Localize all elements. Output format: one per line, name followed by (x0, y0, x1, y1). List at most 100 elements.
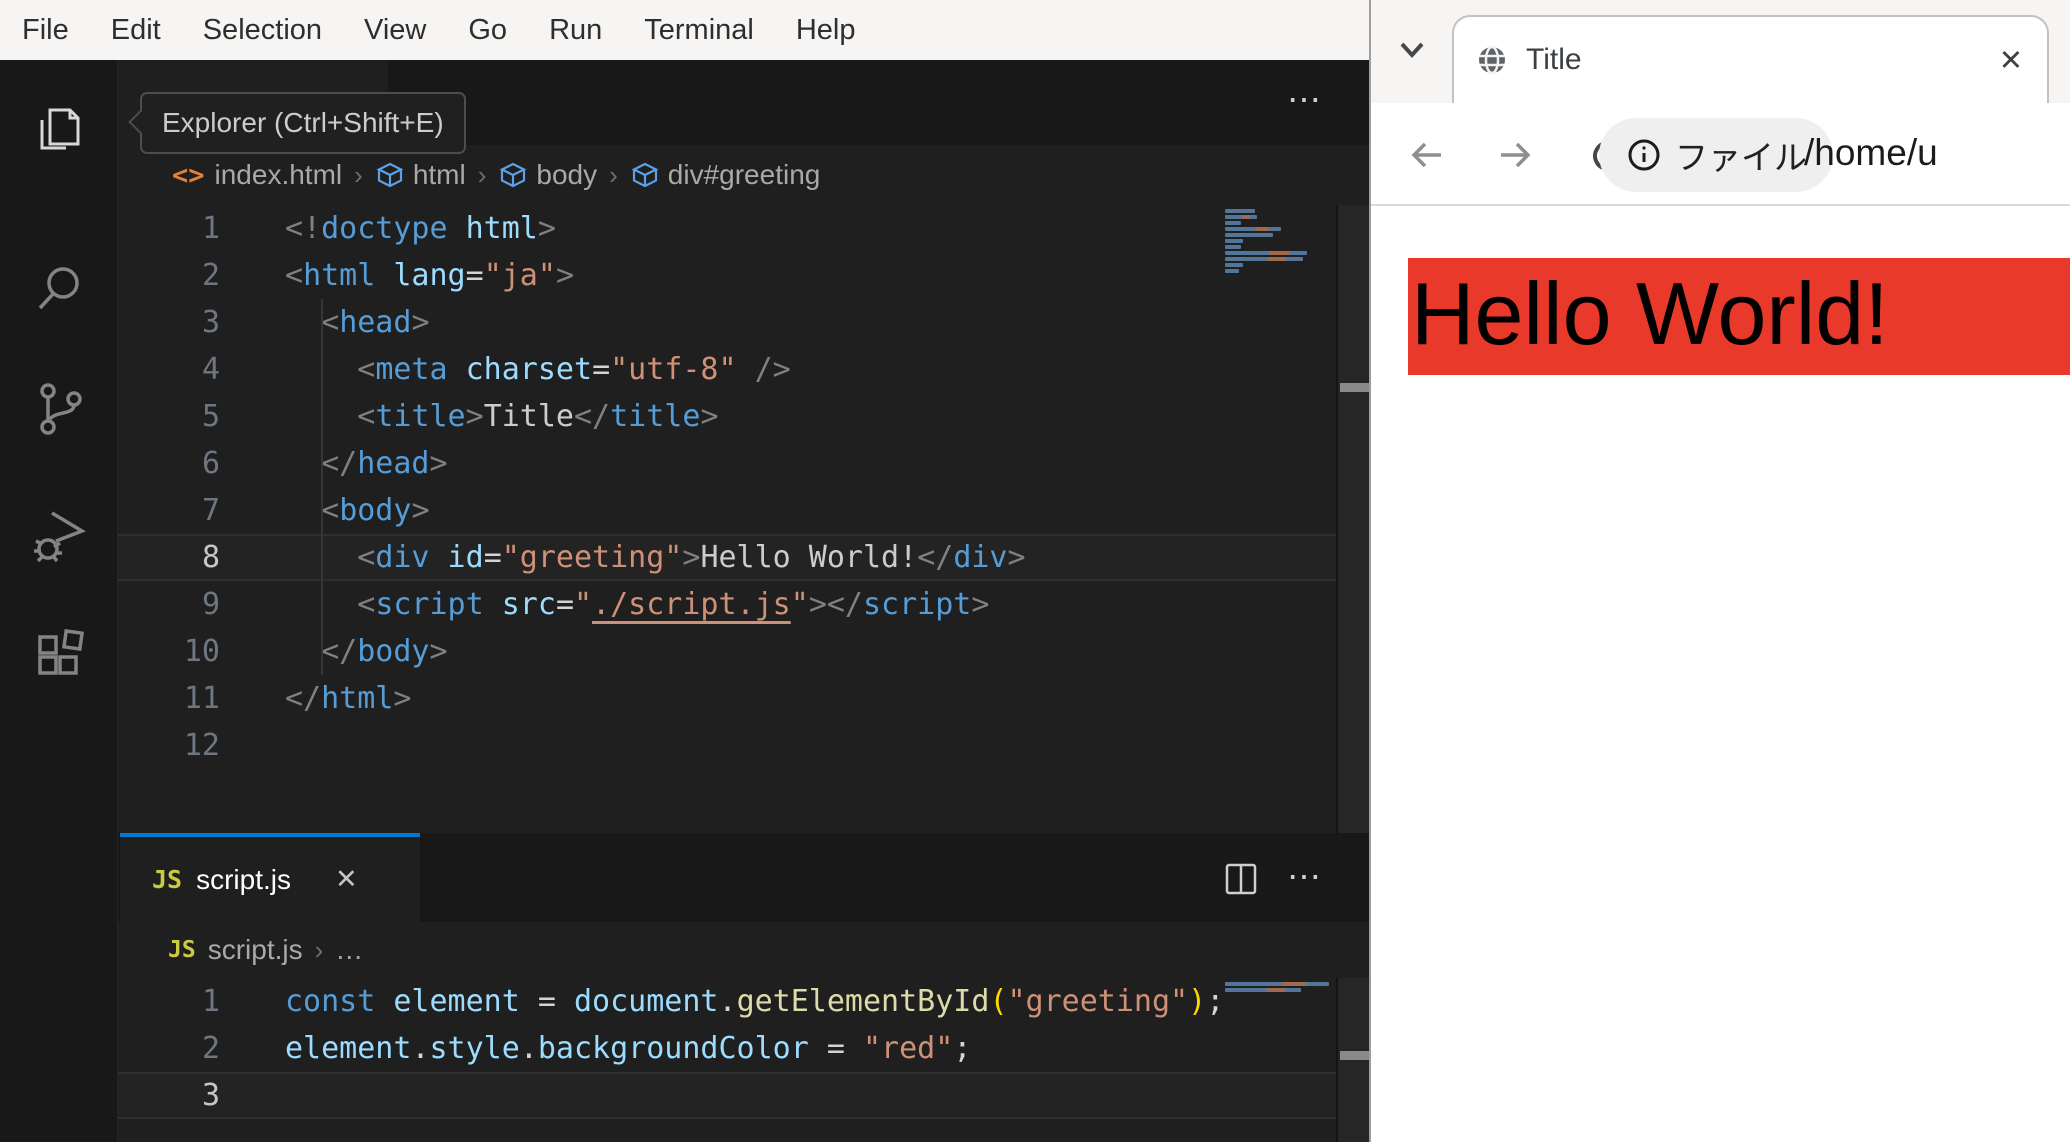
minimap-line (1225, 209, 1255, 213)
split-editor-icon[interactable] (1221, 859, 1261, 908)
symbol-cube-icon (375, 160, 405, 190)
code-line[interactable]: 7 <body> (118, 487, 1336, 534)
editor-actions-more-icon[interactable]: ⋯ (1287, 80, 1323, 120)
run-debug-icon[interactable] (0, 488, 118, 580)
menu-item-terminal[interactable]: Terminal (623, 14, 775, 47)
minimap-line (1225, 245, 1241, 249)
breadcrumb-file[interactable]: <> index.html (172, 159, 342, 191)
breadcrumb-separator: › (609, 159, 618, 190)
line-number: 2 (201, 258, 220, 293)
breadcrumb-item[interactable]: html (375, 159, 466, 191)
code-line[interactable]: 12 (118, 722, 1336, 769)
breadcrumb-file[interactable]: JS script.js (168, 934, 303, 966)
url-scheme-label: ファイル (1675, 139, 1807, 176)
greeting-text: Hello World! (1411, 264, 1889, 363)
browser-tab[interactable]: Title ✕ (1452, 15, 2049, 103)
code-line[interactable]: 2 element.style.backgroundColor = "red"; (118, 1025, 1336, 1072)
minimap-line (1225, 269, 1239, 273)
tab-label: script.js (196, 863, 292, 895)
forward-icon[interactable] (1493, 133, 1537, 182)
minimap-js[interactable] (1225, 982, 1336, 994)
menu-item-help[interactable]: Help (775, 14, 877, 47)
menu-item-go[interactable]: Go (447, 14, 528, 47)
line-number: 3 (201, 1078, 220, 1113)
screen: File Edit Selection View Go Run Terminal Help (0, 0, 2070, 1142)
browser-toolbar: ファイル /home/u (1371, 103, 2070, 206)
menu-item-selection[interactable]: Selection (182, 14, 343, 47)
code-line[interactable]: 11 </html> (118, 675, 1336, 722)
minimap-line (1225, 982, 1329, 986)
site-info-chip[interactable]: ファイル (1599, 118, 1833, 192)
minimap-line (1225, 227, 1281, 231)
code-line[interactable]: 5 <title>Title</title> (118, 393, 1336, 440)
js-file-icon: JS (152, 865, 183, 894)
search-icon[interactable] (0, 243, 118, 335)
menu-item-view[interactable]: View (343, 14, 447, 47)
code-line[interactable]: 3 <head> (118, 299, 1336, 346)
scrollbar-html[interactable] (1336, 205, 1371, 833)
minimap-line (1225, 233, 1273, 237)
line-number: 8 (201, 540, 220, 575)
js-file-icon: JS (168, 937, 196, 963)
line-number: 10 (183, 634, 220, 669)
code-line[interactable]: 8 <div id="greeting">Hello World!</div> (118, 534, 1336, 581)
code-editor-js[interactable]: 1 const element = document.getElementById… (118, 978, 1336, 1119)
minimap-html[interactable] (1225, 209, 1336, 275)
browser-window: Title ✕ ファイル /home/u Hello World! (1369, 0, 2070, 1142)
html-file-icon: <> (172, 159, 205, 191)
tab-close-icon[interactable]: ✕ (1999, 43, 2023, 78)
minimap-line (1225, 257, 1303, 261)
minimap-line (1225, 251, 1307, 255)
editor-actions-more-icon[interactable]: ⋯ (1287, 857, 1323, 897)
greeting-div: Hello World! (1408, 258, 2070, 375)
menu-bar: File Edit Selection View Go Run Terminal Help (0, 0, 1371, 60)
breadcrumb-symbol[interactable]: … (335, 934, 363, 966)
source-control-icon[interactable] (0, 362, 118, 454)
line-number: 1 (201, 211, 220, 246)
editor-tab-bar-js: JS script.js ✕ ⋯ (118, 833, 1371, 922)
breadcrumb-separator: › (477, 159, 487, 190)
line-number: 3 (201, 305, 220, 340)
code-line[interactable]: 4 <meta charset="utf-8" /> (118, 346, 1336, 393)
menu-item-file[interactable]: File (16, 14, 90, 47)
minimap-line (1225, 221, 1241, 225)
address-bar[interactable]: /home/u (1804, 103, 2070, 206)
breadcrumb-js: JS script.js › … (118, 922, 1371, 978)
explorer-tooltip: Explorer (Ctrl+Shift+E) (128, 92, 466, 154)
extensions-icon[interactable] (0, 608, 118, 700)
tab-list-chevron-icon[interactable] (1389, 26, 1435, 77)
code-line[interactable]: 9 <script src="./script.js"></script> (118, 581, 1336, 628)
menu-item-edit[interactable]: Edit (90, 14, 182, 47)
breadcrumb: <> index.html › html › body › div#greeting (118, 145, 1371, 205)
breadcrumb-item[interactable]: div#greeting (630, 159, 820, 191)
code-line[interactable]: 6 </head> (118, 440, 1336, 487)
code-editor-html[interactable]: 1 <!doctype html> 2 <html lang="ja"> 3 <head… (118, 205, 1336, 769)
browser-page: Hello World! (1371, 206, 2070, 1142)
line-number: 5 (201, 399, 220, 434)
tab-script-js[interactable]: JS script.js ✕ (120, 833, 420, 922)
explorer-icon[interactable] (0, 79, 118, 171)
line-number: 6 (201, 446, 220, 481)
code-line[interactable]: 10 </body> (118, 628, 1336, 675)
info-icon (1625, 136, 1663, 174)
menu-item-run[interactable]: Run (528, 14, 623, 47)
back-icon[interactable] (1405, 133, 1449, 182)
scrollbar-js[interactable] (1336, 978, 1371, 1142)
code-line[interactable]: 2 <html lang="ja"> (118, 252, 1336, 299)
code-line[interactable]: 1 const element = document.getElementById… (118, 978, 1336, 1025)
line-number: 2 (201, 1031, 220, 1066)
scrollbar-marker (1340, 1051, 1371, 1060)
activity-bar (0, 60, 118, 1142)
code-line[interactable]: 1 <!doctype html> (118, 205, 1336, 252)
symbol-cube-icon (498, 160, 528, 190)
breadcrumb-item[interactable]: body (498, 159, 597, 191)
line-number: 9 (201, 587, 220, 622)
line-number: 7 (201, 493, 220, 528)
browser-tab-title: Title (1526, 43, 1582, 76)
minimap-line (1225, 239, 1243, 243)
code-line[interactable]: 3 (118, 1072, 1336, 1119)
breadcrumb-separator: › (354, 159, 363, 190)
line-number: 4 (201, 352, 220, 387)
line-number: 1 (201, 984, 220, 1019)
tab-close-icon[interactable]: ✕ (335, 864, 358, 895)
